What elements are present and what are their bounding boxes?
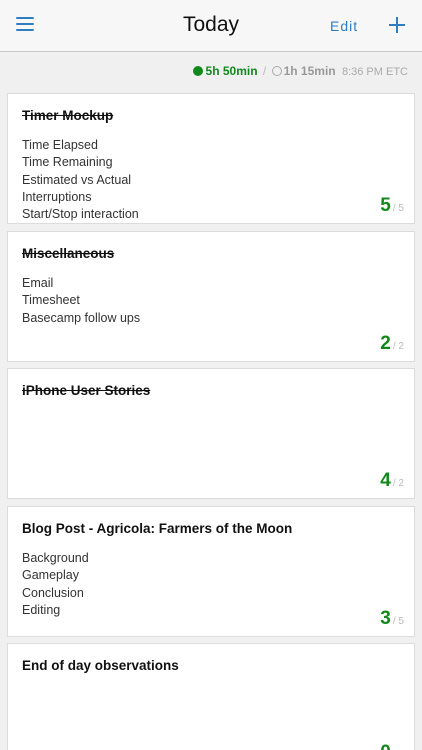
- subtask-item: Time Elapsed: [22, 138, 98, 152]
- task-count: 4/ 2: [380, 470, 404, 492]
- remaining-time: 1h 15min: [283, 64, 336, 78]
- task-title: Blog Post - Agricola: Farmers of the Moo…: [22, 521, 293, 536]
- task-title: Timer Mockup: [22, 108, 114, 123]
- time-summary: 5h 50min / 1h 15min 8:36 PM ETC: [0, 64, 408, 82]
- subtask-item: Gameplay: [22, 568, 79, 583]
- task-count: 0/ 0: [380, 742, 404, 750]
- navigation-bar: Today Edit: [0, 0, 422, 52]
- task-count: 2/ 2: [380, 333, 404, 355]
- total-count: / 2: [392, 478, 404, 489]
- completed-count: 2: [380, 333, 391, 354]
- task-card[interactable]: Miscellaneous Email Timesheet Basecamp f…: [7, 231, 415, 362]
- task-card[interactable]: Timer Mockup Time Elapsed Time Remaining…: [7, 93, 415, 224]
- page-title: Today: [182, 13, 240, 36]
- subtask-item: Time Remaining: [22, 155, 113, 170]
- total-count: / 2: [392, 341, 404, 352]
- task-card[interactable]: iPhone User Stories 4/ 2: [7, 368, 415, 499]
- subtask-item: Interruptions: [22, 189, 92, 204]
- subtask-item: Background: [22, 551, 89, 565]
- total-count: / 5: [392, 616, 404, 627]
- subtask-list: Time Elapsed Time Remaining Estimated vs…: [22, 137, 139, 223]
- subtask-item: Editing: [22, 602, 61, 617]
- estimated-finish-time: 8:36 PM ETC: [341, 66, 408, 78]
- total-count: / 5: [392, 203, 404, 214]
- subtask-item: Timesheet: [22, 293, 80, 308]
- task-title: Miscellaneous: [22, 246, 115, 261]
- completed-count: 5: [380, 195, 391, 216]
- task-title: End of day observations: [22, 658, 179, 673]
- add-icon[interactable]: [389, 17, 405, 33]
- clock-icon: [271, 66, 282, 76]
- subtask-list: Email Timesheet Basecamp follow ups: [22, 275, 140, 327]
- subtask-item: Start/Stop interaction: [22, 207, 139, 222]
- task-card[interactable]: End of day observations 0/ 0: [7, 643, 415, 750]
- task-card[interactable]: Blog Post - Agricola: Farmers of the Moo…: [7, 506, 415, 637]
- subtask-item: Email: [22, 276, 54, 290]
- subtask-item: Conclusion: [22, 585, 84, 600]
- edit-button[interactable]: Edit: [330, 18, 358, 34]
- separator: /: [262, 64, 267, 78]
- completed-count: 4: [380, 470, 391, 491]
- subtask-item: Estimated vs Actual: [22, 172, 132, 187]
- elapsed-timer-icon: [192, 66, 203, 76]
- subtask-list: Background Gameplay Conclusion Editing: [22, 550, 89, 619]
- task-count: 3/ 5: [380, 608, 404, 630]
- task-title: iPhone User Stories: [22, 383, 151, 398]
- completed-count: 3: [380, 608, 391, 629]
- task-count: 5/ 5: [380, 195, 404, 217]
- subtask-item: Basecamp follow ups: [22, 310, 141, 325]
- completed-count: 0: [380, 742, 391, 750]
- elapsed-time: 5h 50min: [205, 64, 258, 78]
